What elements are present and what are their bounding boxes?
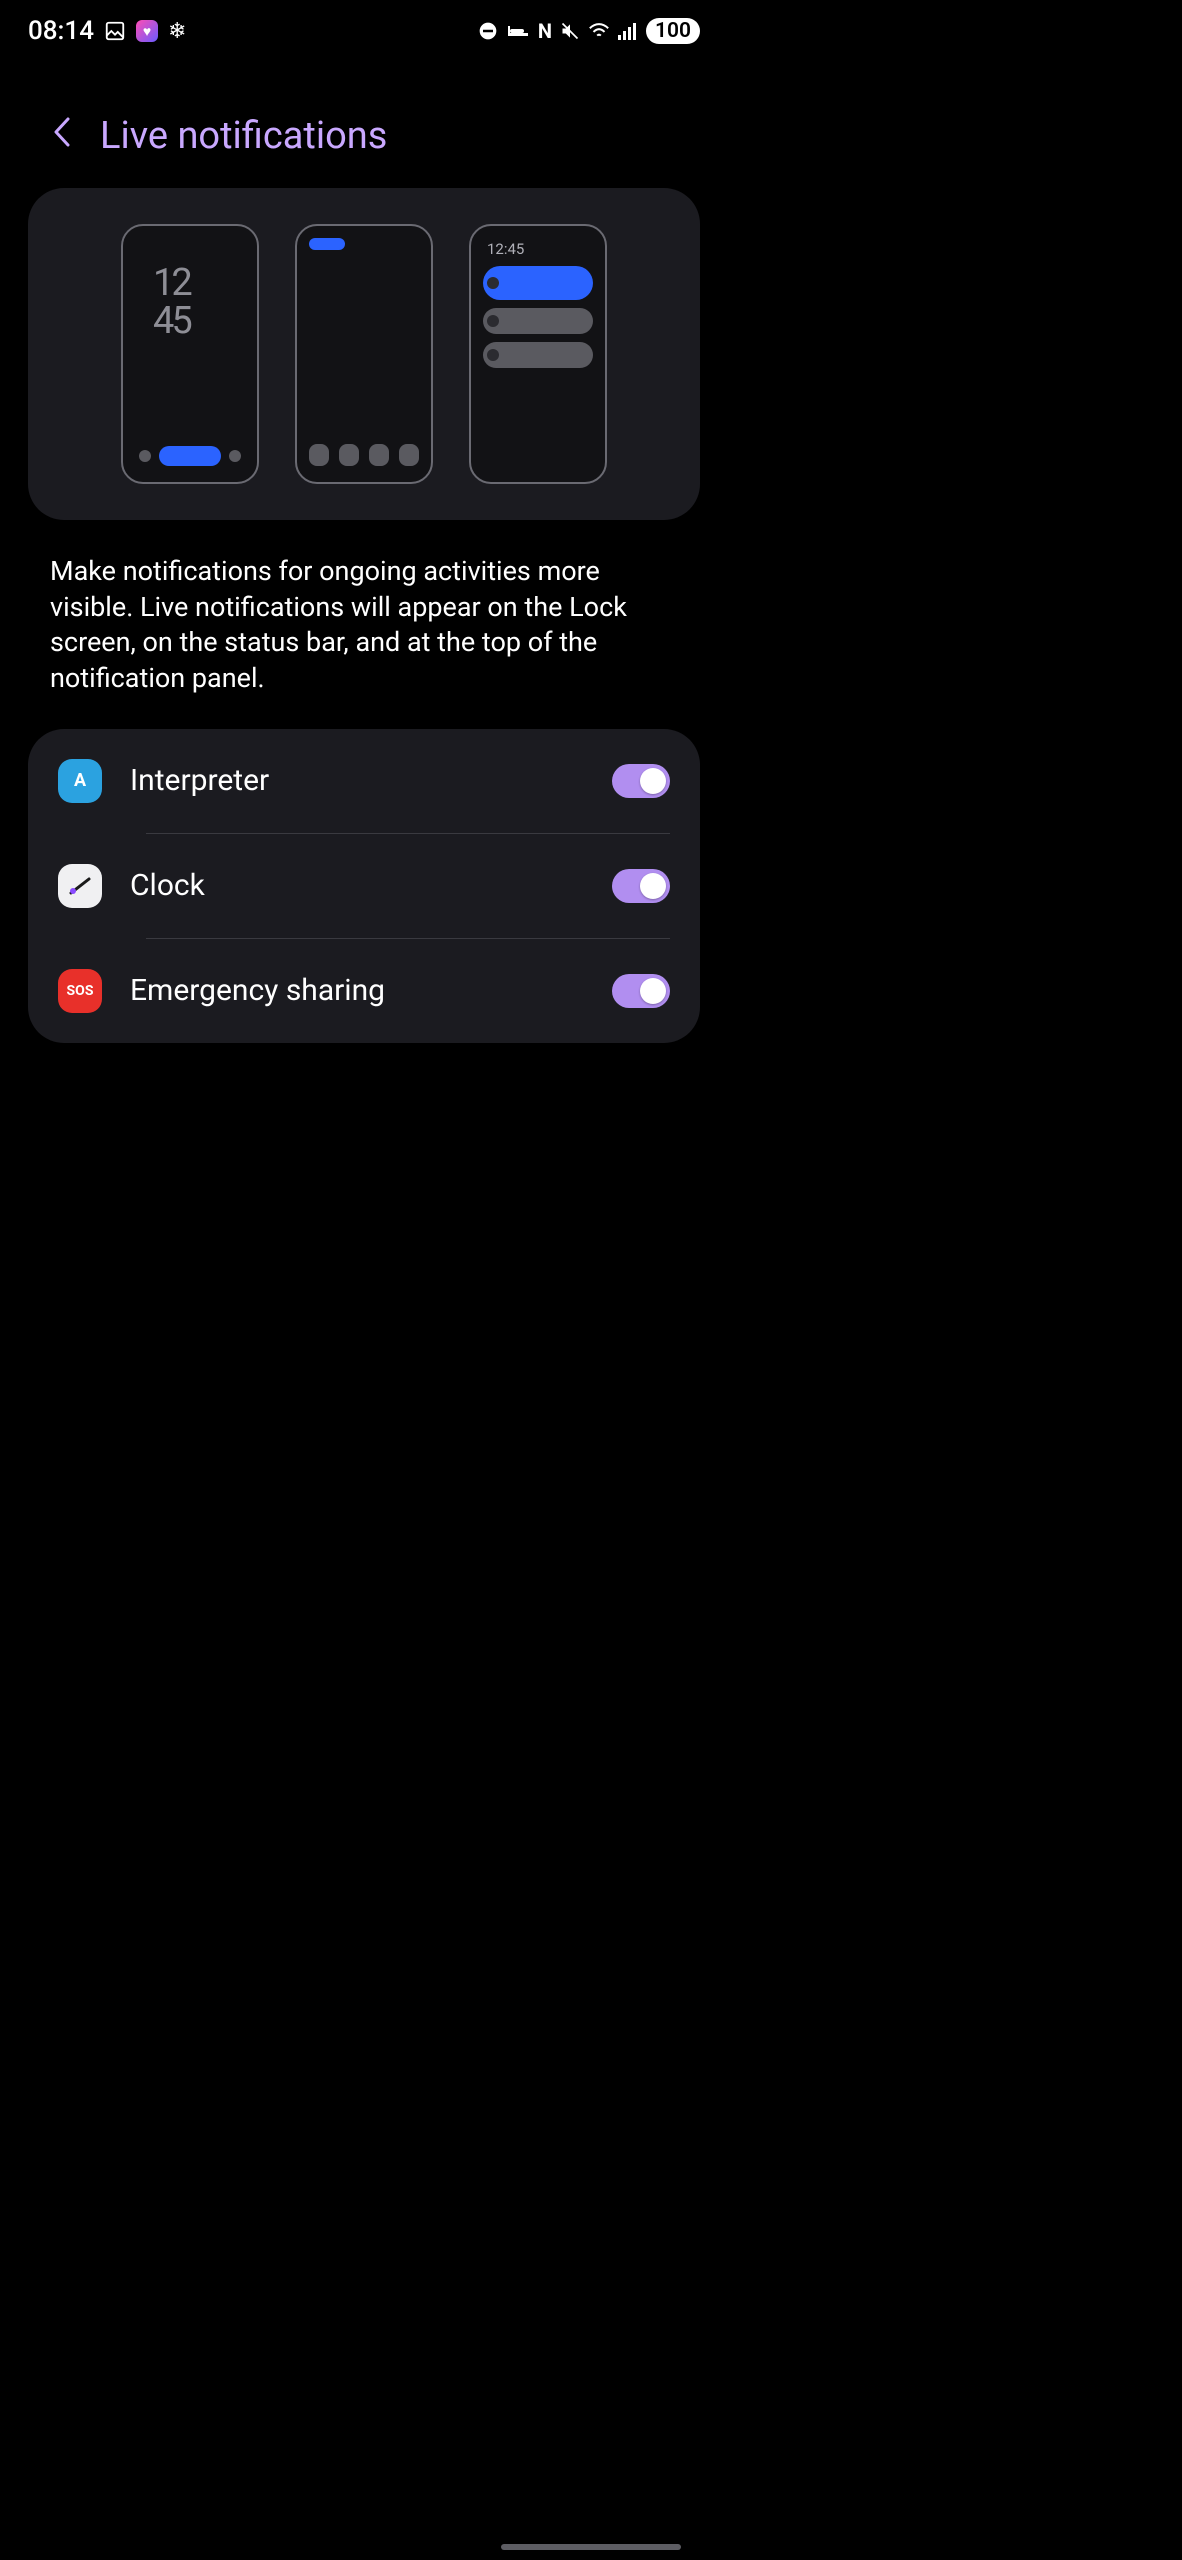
app-icon bbox=[309, 444, 329, 466]
description-text: Make notifications for ongoing activitie… bbox=[0, 520, 728, 697]
toggle-interpreter[interactable] bbox=[612, 764, 670, 798]
dot-icon bbox=[139, 450, 151, 462]
battery-indicator: 100 bbox=[646, 18, 700, 44]
gallery-icon bbox=[104, 20, 126, 42]
snowflake-icon: ❄ bbox=[168, 19, 186, 44]
back-button[interactable] bbox=[52, 115, 72, 158]
status-time: 08:14 bbox=[28, 16, 94, 46]
app-icon bbox=[399, 444, 419, 466]
interpreter-icon: A bbox=[58, 759, 102, 803]
status-left: 08:14 ♥ ❄ bbox=[28, 16, 186, 46]
live-pill-icon bbox=[159, 446, 221, 466]
preview-homescreen bbox=[295, 224, 433, 484]
app-row-clock[interactable]: Clock bbox=[28, 834, 700, 938]
live-notif-row bbox=[483, 266, 593, 300]
dot-icon bbox=[229, 450, 241, 462]
app-icon bbox=[369, 444, 389, 466]
page-header: Live notifications bbox=[0, 54, 728, 182]
notif-panel-time: 12:45 bbox=[487, 240, 593, 258]
statusbar-pill-icon bbox=[309, 238, 345, 250]
page-title: Live notifications bbox=[100, 114, 387, 158]
clock-icon bbox=[58, 864, 102, 908]
health-icon: ♥ bbox=[136, 20, 158, 42]
toggle-clock[interactable] bbox=[612, 869, 670, 903]
signal-icon bbox=[618, 22, 638, 40]
app-label: Emergency sharing bbox=[130, 973, 584, 1008]
sos-icon: SOS bbox=[58, 969, 102, 1013]
dnd-icon bbox=[478, 21, 498, 41]
app-label: Clock bbox=[130, 868, 584, 903]
lockscreen-clock: 12 45 bbox=[153, 264, 245, 340]
preview-card: 12 45 12:45 bbox=[28, 188, 700, 520]
app-row-emergency[interactable]: SOS Emergency sharing bbox=[28, 939, 700, 1043]
app-row-interpreter[interactable]: A Interpreter bbox=[28, 729, 700, 833]
preview-lockscreen: 12 45 bbox=[121, 224, 259, 484]
notif-row bbox=[483, 342, 593, 368]
gesture-bar[interactable] bbox=[501, 2544, 681, 2550]
wifi-icon bbox=[588, 21, 610, 41]
app-label: Interpreter bbox=[130, 763, 584, 798]
status-right: N 100 bbox=[478, 18, 700, 44]
mute-icon bbox=[560, 21, 580, 41]
preview-notifpanel: 12:45 bbox=[469, 224, 607, 484]
app-icon bbox=[339, 444, 359, 466]
bed-icon bbox=[506, 21, 530, 41]
toggle-emergency[interactable] bbox=[612, 974, 670, 1008]
nfc-icon: N bbox=[538, 19, 552, 43]
app-list: A Interpreter Clock SOS Emergency sharin… bbox=[28, 729, 700, 1043]
status-bar: 08:14 ♥ ❄ N 100 bbox=[0, 0, 728, 54]
notif-row bbox=[483, 308, 593, 334]
